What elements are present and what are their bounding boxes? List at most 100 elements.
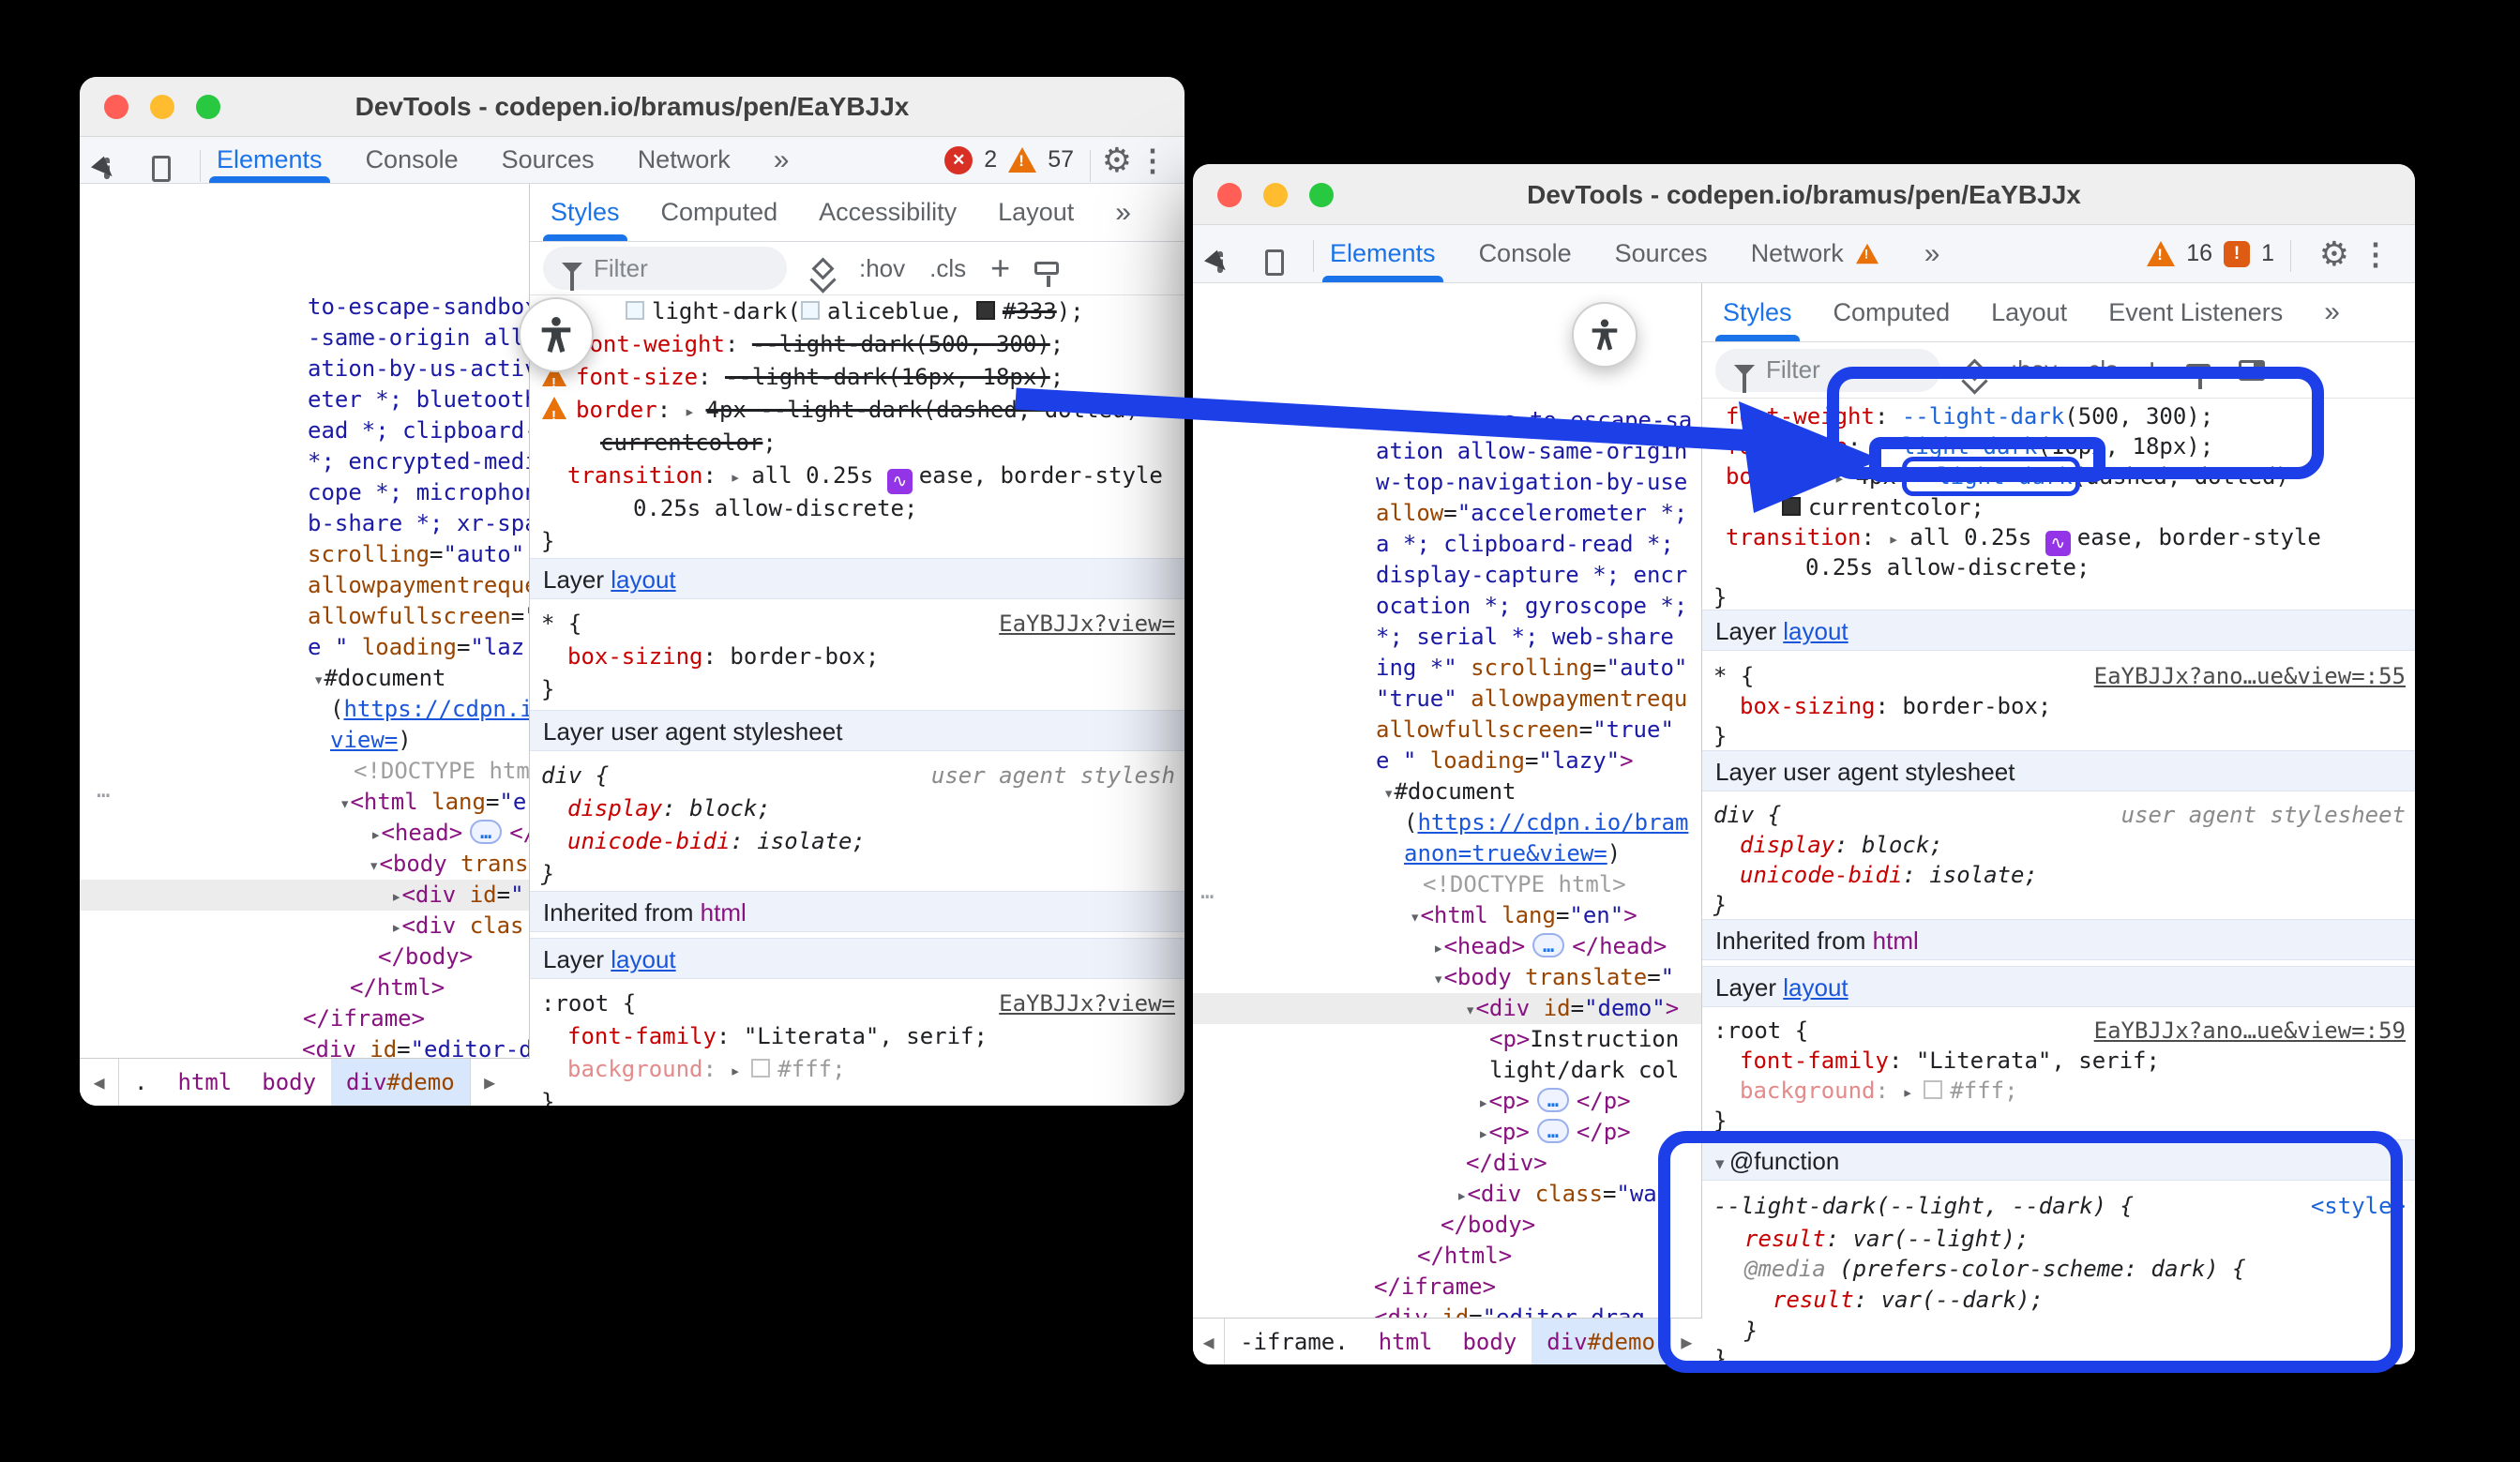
code-line[interactable]: currentcolor;	[530, 428, 1185, 459]
code-line[interactable]: background: ▸ #fff;	[1702, 1076, 2415, 1107]
breadcrumb-scroll-right-icon[interactable]: ▶	[470, 1059, 509, 1106]
code-line[interactable]: </div>	[1193, 1148, 1701, 1179]
code-line[interactable]: ▸<div class="war	[1193, 1179, 1701, 1210]
breadcrumb-scroll-left-icon[interactable]: ◀	[80, 1059, 119, 1106]
code-line[interactable]: allowpaymentreque	[80, 570, 529, 601]
code-line[interactable]: transition: ▸ all 0.25s ∿ease, border-st…	[1702, 522, 2415, 553]
new-style-rule-icon[interactable]: +	[2142, 354, 2162, 387]
warning-badge-icon[interactable]	[2147, 241, 2175, 266]
code-line[interactable]: 0.25s allow-discrete;	[530, 493, 1185, 524]
code-line[interactable]: }	[530, 859, 1185, 890]
code-line[interactable]: ▾<body trans	[80, 849, 529, 880]
tab-layout[interactable]: Layout	[998, 184, 1074, 241]
status-badges[interactable]: 16 ! 1	[2147, 225, 2274, 282]
rendering-emulation-icon[interactable]	[811, 257, 834, 279]
code-line[interactable]: *; serial *; web-share	[1193, 622, 1701, 653]
more-options-icon[interactable]: ⋮	[2361, 236, 2391, 272]
tab-network[interactable]: Network	[1751, 225, 1881, 282]
code-line[interactable]: background: ▸ #fff;	[530, 1054, 1185, 1085]
code-line[interactable]: --light-dark(--light, --dark) {<style>	[1702, 1191, 2415, 1222]
tab-computed[interactable]: Computed	[1833, 283, 1951, 341]
tab-sources[interactable]: Sources	[502, 137, 595, 183]
code-line[interactable]: font-weight: --light-dark(500, 300);	[530, 329, 1185, 360]
code-line[interactable]: b-share *; xr-spa	[80, 508, 529, 539]
code-line[interactable]: font-family: "Literata", serif;	[530, 1021, 1185, 1052]
code-line[interactable]: allow="accelerometer *;	[1193, 498, 1701, 529]
breadcrumb-item-selected[interactable]: div#demo	[331, 1059, 470, 1106]
tab-elements[interactable]: Elements	[1330, 225, 1436, 282]
styles-section-header[interactable]: Inherited from html	[1702, 919, 2415, 960]
code-line[interactable]: ead *; clipboard-	[80, 415, 529, 446]
breadcrumb-item[interactable]: -iframe.	[1225, 1319, 1364, 1364]
code-line[interactable]: }	[1702, 1344, 2415, 1364]
styles-section-header[interactable]: Layer layout	[530, 938, 1185, 979]
elements-dom-tree[interactable]: low-popups-to-escape-saation allow-same-…	[1193, 283, 1702, 1318]
code-line[interactable]: ▸<head>…</h	[80, 818, 529, 849]
code-line[interactable]: div {user agent stylesh	[530, 761, 1185, 791]
tab-console[interactable]: Console	[366, 137, 459, 183]
more-options-icon[interactable]: ⋮	[1138, 143, 1168, 178]
code-line[interactable]: result: var(--dark);	[1702, 1285, 2415, 1316]
dom-row-more-icon[interactable]: …	[97, 776, 110, 803]
code-line[interactable]: ▾<html lang="en">	[1193, 900, 1701, 931]
element-classes-button[interactable]: .cls	[2081, 355, 2118, 384]
more-tabs-icon[interactable]: »	[1115, 197, 1129, 229]
code-line[interactable]: a *; clipboard-read *;	[1193, 529, 1701, 560]
code-line[interactable]: unicode-bidi: isolate;	[1702, 860, 2415, 891]
code-line[interactable]: display: block;	[1702, 830, 2415, 861]
code-line[interactable]: @media (prefers-color-scheme: dark) {	[1702, 1254, 2415, 1285]
code-line[interactable]: :root {EaYBJJx?view=	[530, 988, 1185, 1019]
breadcrumb-item[interactable]: body	[247, 1059, 331, 1106]
styles-pane[interactable]: font-weight: --light-dark(500, 300); font…	[1702, 399, 2415, 1364]
code-line[interactable]: (https://cdpn.i	[80, 694, 529, 725]
device-toolbar-icon[interactable]	[160, 158, 166, 179]
styles-section-header[interactable]: Layer layout	[1702, 966, 2415, 1007]
tab-console[interactable]: Console	[1479, 225, 1572, 282]
code-line[interactable]: scrolling="auto"	[80, 539, 529, 570]
tab-accessibility[interactable]: Accessibility	[819, 184, 957, 241]
more-tabs-icon[interactable]: »	[1924, 238, 1939, 270]
code-line[interactable]: }	[1702, 890, 2415, 921]
code-line[interactable]: ▸<head>…</head>	[1193, 931, 1701, 962]
styles-section-header[interactable]: Inherited from html	[530, 891, 1185, 932]
breadcrumb-item[interactable]: html	[1364, 1319, 1448, 1364]
code-line[interactable]: border: ▸ 4px --light-dark(dashed, dotte…	[530, 395, 1185, 426]
code-line[interactable]: font-size: --light-dark(16px, 18px);	[530, 362, 1185, 393]
breadcrumb-item-selected[interactable]: div#demo	[1532, 1319, 1670, 1364]
more-tabs-icon[interactable]: »	[774, 144, 788, 176]
breadcrumb-item[interactable]: body	[1447, 1319, 1532, 1364]
code-line[interactable]: font-weight: --light-dark(500, 300);	[1702, 401, 2415, 432]
tab-styles[interactable]: Styles	[1723, 283, 1792, 341]
code-line[interactable]: ▾<body translate="	[1193, 962, 1701, 993]
paint-panel-icon[interactable]	[1034, 262, 1059, 275]
code-line[interactable]: to-escape-sandbox	[80, 292, 529, 323]
code-line[interactable]: ▸<div clas	[80, 911, 529, 942]
code-line[interactable]: ▸<p>…</p>	[1193, 1117, 1701, 1148]
code-line[interactable]: ▾#document	[80, 663, 529, 694]
code-line[interactable]: box-sizing: border-box;	[530, 641, 1185, 672]
code-line[interactable]: <div id="editor-drag-c	[1193, 1303, 1701, 1318]
code-line[interactable]: light-dark(aliceblue, #333);	[530, 296, 1185, 327]
code-line[interactable]: }	[1702, 1316, 2415, 1347]
code-line[interactable]: font-family: "Literata", serif;	[1702, 1046, 2415, 1077]
new-style-rule-icon[interactable]: +	[990, 251, 1010, 285]
more-tabs-icon[interactable]: »	[2324, 296, 2338, 328]
styles-section-header[interactable]: Layer layout	[1702, 610, 2415, 651]
stylesheet-source-link[interactable]: EaYBJJx?view=	[999, 988, 1175, 1019]
code-line[interactable]: <!DOCTYPE html>	[1193, 869, 1701, 900]
code-line[interactable]: ▸<p>…</p>	[1193, 1086, 1701, 1117]
code-line[interactable]: ation allow-same-origin	[1193, 436, 1701, 467]
selected-code-line[interactable]: ▾<div id="demo">	[1193, 993, 1701, 1024]
code-line[interactable]: cope *; microphon	[80, 477, 529, 508]
rendering-emulation-icon[interactable]	[1963, 358, 1985, 381]
tab-elements[interactable]: Elements	[217, 137, 323, 183]
code-line[interactable]: </html>	[80, 972, 529, 1003]
code-line[interactable]: ocation *; gyroscope *;	[1193, 591, 1701, 622]
code-line[interactable]: ation-by-us-activ	[80, 354, 529, 384]
code-line[interactable]: 0.25s allow-discrete;	[1702, 552, 2415, 583]
tab-network[interactable]: Network	[638, 137, 731, 183]
stylesheet-source-link[interactable]: user agent stylesh	[931, 761, 1175, 791]
code-line[interactable]: allowfullscreen="true"	[1193, 715, 1701, 746]
stylesheet-source-link[interactable]: user agent stylesheet	[2121, 800, 2406, 831]
code-line[interactable]: <div id="editor-d	[80, 1034, 529, 1058]
